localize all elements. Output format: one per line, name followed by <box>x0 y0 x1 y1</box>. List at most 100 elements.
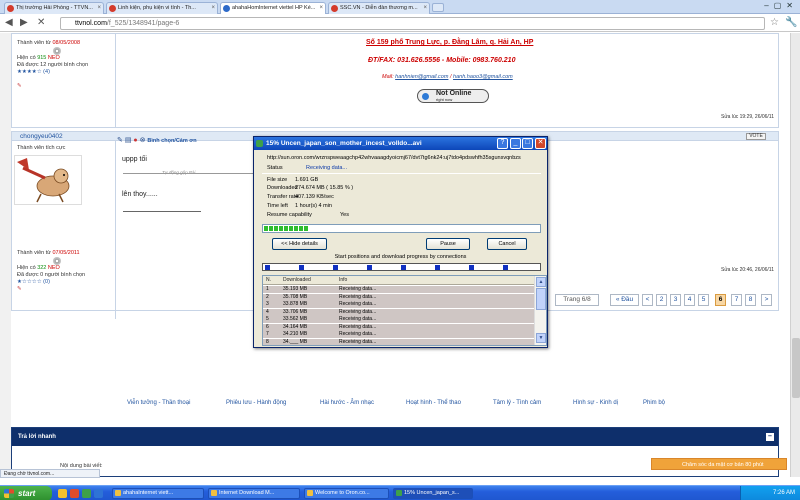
genre-link[interactable]: Phim bộ <box>643 400 665 406</box>
mail-link-1[interactable]: hanhnien@gmail.com <box>395 74 448 80</box>
page-scrollbar[interactable] <box>790 33 800 477</box>
scroll-down-icon[interactable]: ▼ <box>536 333 546 343</box>
clock[interactable]: 7:26 AM <box>773 490 795 496</box>
quote-icon[interactable]: ▤ <box>125 137 132 144</box>
window-controls[interactable]: –▢✕ <box>764 1 798 10</box>
genre-link[interactable]: Hài hước - Âm nhạc <box>320 400 374 406</box>
table-row[interactable]: 4 33.706 MB Receiving data... <box>263 308 535 316</box>
close-tab-icon[interactable]: × <box>211 3 215 14</box>
filesize-label: File size <box>267 177 288 183</box>
page-link-current[interactable]: 6 <box>715 294 726 306</box>
table-row[interactable]: 1 35.193 MB Receiving data... <box>263 286 535 293</box>
table-cell: 34.210 MB <box>283 331 308 337</box>
quicklaunch-browser-icon[interactable] <box>70 489 79 498</box>
table-cell: Receiving data... <box>339 293 377 300</box>
quicklaunch-app-icon[interactable] <box>82 489 91 498</box>
delete-icon[interactable]: ⊗ <box>140 137 146 144</box>
cancel-button[interactable]: Cancel <box>487 238 527 250</box>
page-link-5[interactable]: 5 <box>698 294 709 306</box>
dialog-title: 15% Uncen_japan_son_mother_incest_volldo… <box>266 140 422 147</box>
app-icon <box>211 490 217 496</box>
downloaded-label: Downloaded <box>267 185 298 191</box>
vote-button[interactable]: VOTE <box>746 133 766 140</box>
pause-button[interactable]: Pause <box>426 238 470 250</box>
connections-table: N. Downloaded Info 1 35.193 MB Receiving d… <box>262 275 547 346</box>
genre-link[interactable]: Hoạt hình - Thể thao <box>406 400 461 406</box>
table-row[interactable]: 2 35.708 MB Receiving data... <box>263 293 535 301</box>
edit-post-icon[interactable]: ✎ <box>17 286 22 292</box>
page-link-3[interactable]: 3 <box>670 294 681 306</box>
post-tools: ✎ ▤ ● ⊗ Bình chọn/Cảm ơn <box>117 136 197 144</box>
stop-icon[interactable]: ✕ <box>37 18 45 28</box>
table-cell: 34.___ MB <box>283 338 308 345</box>
close-tab-icon[interactable]: × <box>423 3 427 14</box>
post-text-2: lên thoy...... <box>122 191 158 198</box>
scroll-up-icon[interactable]: ▲ <box>536 277 546 287</box>
thanks-link[interactable]: Bình chọn/Cảm ơn <box>147 138 196 144</box>
posts-count: 915 <box>37 55 47 62</box>
table-cell: 7 <box>266 331 269 337</box>
mail-link-2[interactable]: hanh.haoo3@gmail.com <box>453 74 513 80</box>
address-bar[interactable]: ttvnol.com/f_525/1348941/page-6 <box>60 17 765 30</box>
edit-post-icon[interactable]: ✎ <box>17 83 22 89</box>
genre-link[interactable]: Hình sự - Kinh dị <box>573 400 618 406</box>
maximize-icon[interactable]: □ <box>522 138 533 149</box>
table-row[interactable]: 6 34.164 MB Receiving data... <box>263 323 535 331</box>
table-row[interactable]: 7 34.210 MB Receiving data... <box>263 331 535 338</box>
new-tab-button[interactable] <box>432 3 444 12</box>
back-icon[interactable]: ◀ <box>5 18 13 28</box>
tab-2[interactable]: Linh kiện, phụ kiện vi tính - Th... × <box>106 2 218 14</box>
table-row[interactable]: 5 33.562 MB Receiving data... <box>263 316 535 323</box>
close-tab-icon[interactable]: × <box>319 3 323 14</box>
edit-icon[interactable]: ✎ <box>117 137 123 144</box>
genre-link[interactable]: Viễn tưởng - Thần thoại <box>127 400 190 406</box>
wrench-icon[interactable]: 🔧 <box>785 17 797 28</box>
quicklaunch-folder-icon[interactable] <box>58 489 67 498</box>
tab-4[interactable]: SSC.VN - Diễn đàn thương m... × <box>328 2 430 14</box>
quick-reply-header: Trả lời nhanh – <box>12 428 778 446</box>
taskbar-item[interactable]: Internet Download M... <box>208 488 300 499</box>
avatar[interactable] <box>14 155 82 205</box>
collapse-icon[interactable]: – <box>766 433 774 441</box>
minimize-icon[interactable]: _ <box>510 138 521 149</box>
first-page-link[interactable]: « Đầu <box>610 294 639 306</box>
table-cell: Receiving data... <box>339 338 377 345</box>
taskbar-item[interactable]: Welcome to Oron.co... <box>304 488 389 499</box>
connection-marker <box>435 265 440 270</box>
close-icon[interactable]: ✕ <box>535 138 546 149</box>
username[interactable]: chongyeu0402 <box>20 133 63 140</box>
page-link-8[interactable]: 8 <box>745 294 756 306</box>
favicon-icon <box>331 5 338 12</box>
prev-page-link[interactable]: < <box>642 294 653 306</box>
promo-banner[interactable]: Chăm sóc da mặt cơ bản 80 phút <box>651 458 787 470</box>
tab-label: ahahaHomInternet viettel HP Ké... <box>232 5 316 11</box>
report-icon[interactable]: ● <box>133 137 137 144</box>
next-page-link[interactable]: > <box>761 294 772 306</box>
page-link-4[interactable]: 4 <box>684 294 695 306</box>
forward-icon[interactable]: ▶ <box>20 18 28 28</box>
table-scrollbar[interactable]: ▲ ▼ <box>534 276 546 345</box>
points-label: Đã được 12 người bình chọn <box>17 62 89 69</box>
cd-icon <box>53 47 61 55</box>
taskbar-item[interactable]: ahahaInternet viett... <box>112 488 204 499</box>
col-downloaded: Downloaded <box>283 277 311 283</box>
taskbar-item-active[interactable]: 15% Uncen_japan_s... <box>393 488 473 499</box>
quicklaunch-desktop-icon[interactable] <box>94 489 103 498</box>
tab-1[interactable]: Thị trường Hải Phòng - TTVN... × <box>4 2 104 14</box>
scroll-thumb[interactable] <box>792 338 800 398</box>
connection-marker <box>401 265 406 270</box>
hide-details-button[interactable]: << Hide details <box>272 238 327 250</box>
help-icon[interactable]: ? <box>497 138 508 149</box>
close-tab-icon[interactable]: × <box>97 3 101 14</box>
progress-block <box>274 226 278 231</box>
bookmark-star-icon[interactable]: ☆ <box>770 17 779 28</box>
table-row[interactable]: 3 33.878 MB Receiving data... <box>263 301 535 308</box>
page-link-2[interactable]: 2 <box>656 294 667 306</box>
genre-link[interactable]: Tâm lý - Tình cảm <box>493 400 541 406</box>
page-link-7[interactable]: 7 <box>731 294 742 306</box>
start-button[interactable]: start <box>0 486 52 500</box>
table-row[interactable]: 8 34.___ MB Receiving data... <box>263 338 535 345</box>
genre-link[interactable]: Phiêu lưu - Hành động <box>226 400 286 406</box>
tab-3-active[interactable]: ahahaHomInternet viettel HP Ké... × <box>220 2 326 14</box>
table-scroll-thumb[interactable] <box>536 288 546 310</box>
